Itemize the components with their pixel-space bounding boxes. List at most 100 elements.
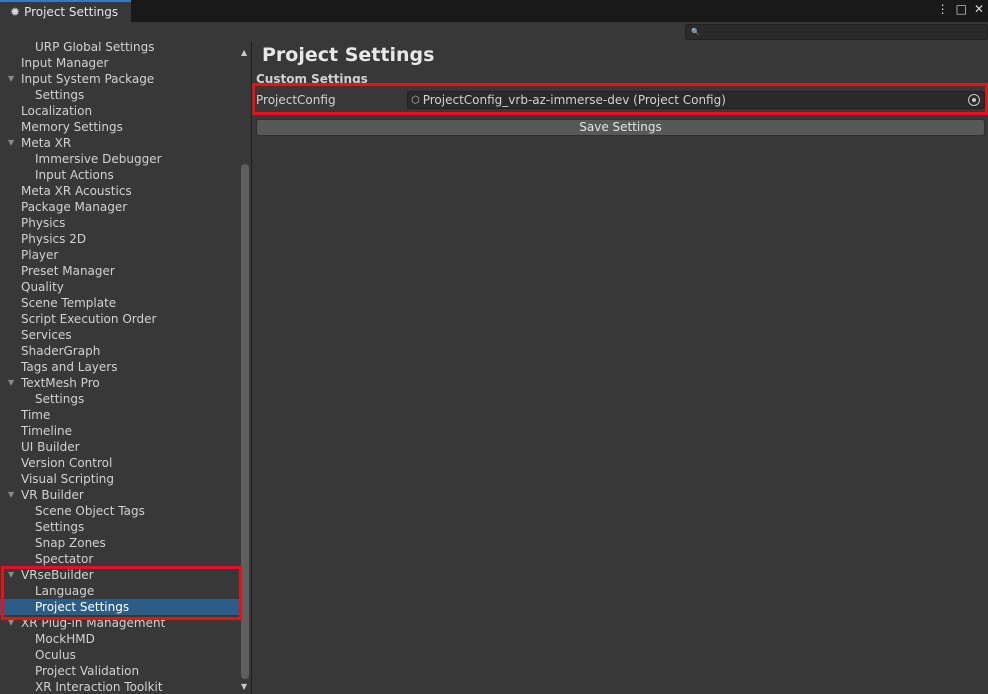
sidebar-item-label: Quality (21, 280, 64, 294)
sidebar-item-label: UI Builder (21, 440, 80, 454)
sidebar-item-label: Timeline (21, 424, 73, 438)
sidebar-item[interactable]: Tags and Layers (0, 359, 239, 375)
window-controls: ⋮ □ ✕ (937, 2, 984, 16)
sidebar-item[interactable]: XR Interaction Toolkit (0, 679, 239, 694)
close-icon[interactable]: ✕ (974, 2, 984, 16)
sidebar-item-label: Memory Settings (21, 120, 123, 134)
sidebar-item[interactable]: MockHMD (0, 631, 239, 647)
expand-arrow-icon[interactable]: ▼ (8, 71, 14, 87)
sidebar-item[interactable]: Language (0, 583, 239, 599)
sidebar-item[interactable]: Memory Settings (0, 119, 239, 135)
sidebar-item[interactable]: Project Settings (0, 599, 239, 615)
sidebar-item[interactable]: ▼ VR Builder (0, 487, 239, 503)
expand-arrow-icon[interactable]: ▼ (8, 135, 14, 151)
sidebar-item[interactable]: Spectator (0, 551, 239, 567)
sidebar-item-label: XR Plug-in Management (21, 616, 166, 630)
sidebar-item[interactable]: Script Execution Order (0, 311, 239, 327)
expand-arrow-icon[interactable]: ▼ (8, 615, 14, 631)
sidebar-item-label: Physics (21, 216, 66, 230)
sidebar-item[interactable]: ▼ TextMesh Pro (0, 375, 239, 391)
sidebar-item[interactable]: Settings (0, 87, 239, 103)
sidebar-item-label: Input Manager (21, 56, 109, 70)
sidebar-item[interactable]: Version Control (0, 455, 239, 471)
sidebar-item-label: XR Interaction Toolkit (35, 680, 163, 694)
expand-arrow-icon[interactable]: ▼ (8, 375, 14, 391)
sidebar-item-label: Time (21, 408, 51, 422)
maximize-icon[interactable]: □ (956, 2, 967, 16)
sidebar-item[interactable]: Snap Zones (0, 535, 239, 551)
sidebar-item-label: Scene Template (21, 296, 117, 310)
tab-project-settings[interactable]: ✹ Project Settings (0, 0, 131, 22)
sidebar-item-label: Preset Manager (21, 264, 115, 278)
more-options-icon[interactable]: ⋮ (937, 2, 949, 16)
sidebar-item-label: Project Validation (35, 664, 140, 678)
sidebar-item[interactable]: ▼ Meta XR (0, 135, 239, 151)
sidebar-item[interactable]: URP Global Settings (0, 42, 239, 55)
sidebar-item-label: MockHMD (35, 632, 95, 646)
settings-main-panel: Project Settings Custom Settings Project… (252, 42, 988, 694)
sidebar-item-label: Settings (35, 88, 85, 102)
project-config-object-field[interactable]: ⬡ ProjectConfig_vrb-az-immerse-dev (Proj… (407, 91, 985, 109)
sidebar-item[interactable]: ShaderGraph (0, 343, 239, 359)
sidebar-item[interactable]: Scene Object Tags (0, 503, 239, 519)
scriptable-object-icon: ⬡ (411, 94, 420, 106)
object-picker-icon[interactable] (968, 94, 980, 106)
expand-arrow-icon[interactable]: ▼ (8, 567, 14, 583)
sidebar-item-label: Input Actions (35, 168, 114, 182)
sidebar-item-label: Tags and Layers (21, 360, 118, 374)
sidebar-item[interactable]: Visual Scripting (0, 471, 239, 487)
sidebar-item[interactable]: Package Manager (0, 199, 239, 215)
sidebar-item[interactable]: Time (0, 407, 239, 423)
scrollbar-thumb[interactable] (241, 164, 249, 679)
sidebar-item[interactable]: Quality (0, 279, 239, 295)
sidebar-item[interactable]: Scene Template (0, 295, 239, 311)
sidebar-item[interactable]: Services (0, 327, 239, 343)
sidebar-item[interactable]: Settings (0, 519, 239, 535)
project-config-value: ProjectConfig_vrb-az-immerse-dev (Projec… (422, 93, 726, 107)
sidebar-item-label: Immersive Debugger (35, 152, 162, 166)
sidebar-item-label: Snap Zones (35, 536, 106, 550)
sidebar-item-label: TextMesh Pro (21, 376, 100, 390)
sidebar-item[interactable]: Oculus (0, 647, 239, 663)
expand-arrow-icon[interactable]: ▼ (8, 487, 14, 503)
sidebar-item-label: Scene Object Tags (35, 504, 145, 518)
sidebar-item[interactable]: Preset Manager (0, 263, 239, 279)
search-row: 🔍 (0, 22, 988, 42)
sidebar-item[interactable]: Physics (0, 215, 239, 231)
sidebar-item-label: Project Settings (35, 600, 130, 614)
sidebar-item-label: Localization (21, 104, 93, 118)
scroll-down-icon[interactable]: ▼ (241, 682, 247, 691)
search-input[interactable]: 🔍 (685, 24, 988, 40)
sidebar-item[interactable]: Input Actions (0, 167, 239, 183)
section-header: Custom Settings (256, 72, 368, 86)
sidebar-item[interactable]: Project Validation (0, 663, 239, 679)
sidebar-item[interactable]: ▼ VRseBuilder (0, 567, 239, 583)
sidebar-item-label: Settings (35, 520, 85, 534)
sidebar-item-label: Input System Package (21, 72, 155, 86)
sidebar-item[interactable]: Settings (0, 391, 239, 407)
tab-title: Project Settings (24, 5, 119, 19)
save-settings-button[interactable]: Save Settings (256, 119, 985, 136)
sidebar-item-label: Spectator (35, 552, 94, 566)
sidebar-item[interactable]: Meta XR Acoustics (0, 183, 239, 199)
project-config-label: ProjectConfig (256, 93, 336, 107)
sidebar-item[interactable]: Physics 2D (0, 231, 239, 247)
sidebar-item[interactable]: ▼ XR Plug-in Management (0, 615, 239, 631)
scroll-up-icon[interactable]: ▲ (241, 48, 247, 57)
sidebar-item[interactable]: Player (0, 247, 239, 263)
sidebar-item-label: Services (21, 328, 72, 342)
sidebar-item-label: Language (35, 584, 95, 598)
sidebar-item[interactable]: ▼ Input System Package (0, 71, 239, 87)
sidebar-item-label: Physics 2D (21, 232, 87, 246)
sidebar-item-label: Script Execution Order (21, 312, 157, 326)
sidebar-item-label: Oculus (35, 648, 76, 662)
sidebar-item[interactable]: UI Builder (0, 439, 239, 455)
settings-sidebar: URP Global Settings Input Manager ▼ Input S… (0, 42, 252, 694)
sidebar-item[interactable]: Localization (0, 103, 239, 119)
sidebar-item[interactable]: Immersive Debugger (0, 151, 239, 167)
settings-tree: URP Global Settings Input Manager ▼ Input S… (0, 42, 239, 694)
sidebar-item[interactable]: Input Manager (0, 55, 239, 71)
sidebar-item-label: Package Manager (21, 200, 128, 214)
sidebar-item[interactable]: Timeline (0, 423, 239, 439)
sidebar-item-label: URP Global Settings (35, 42, 155, 54)
